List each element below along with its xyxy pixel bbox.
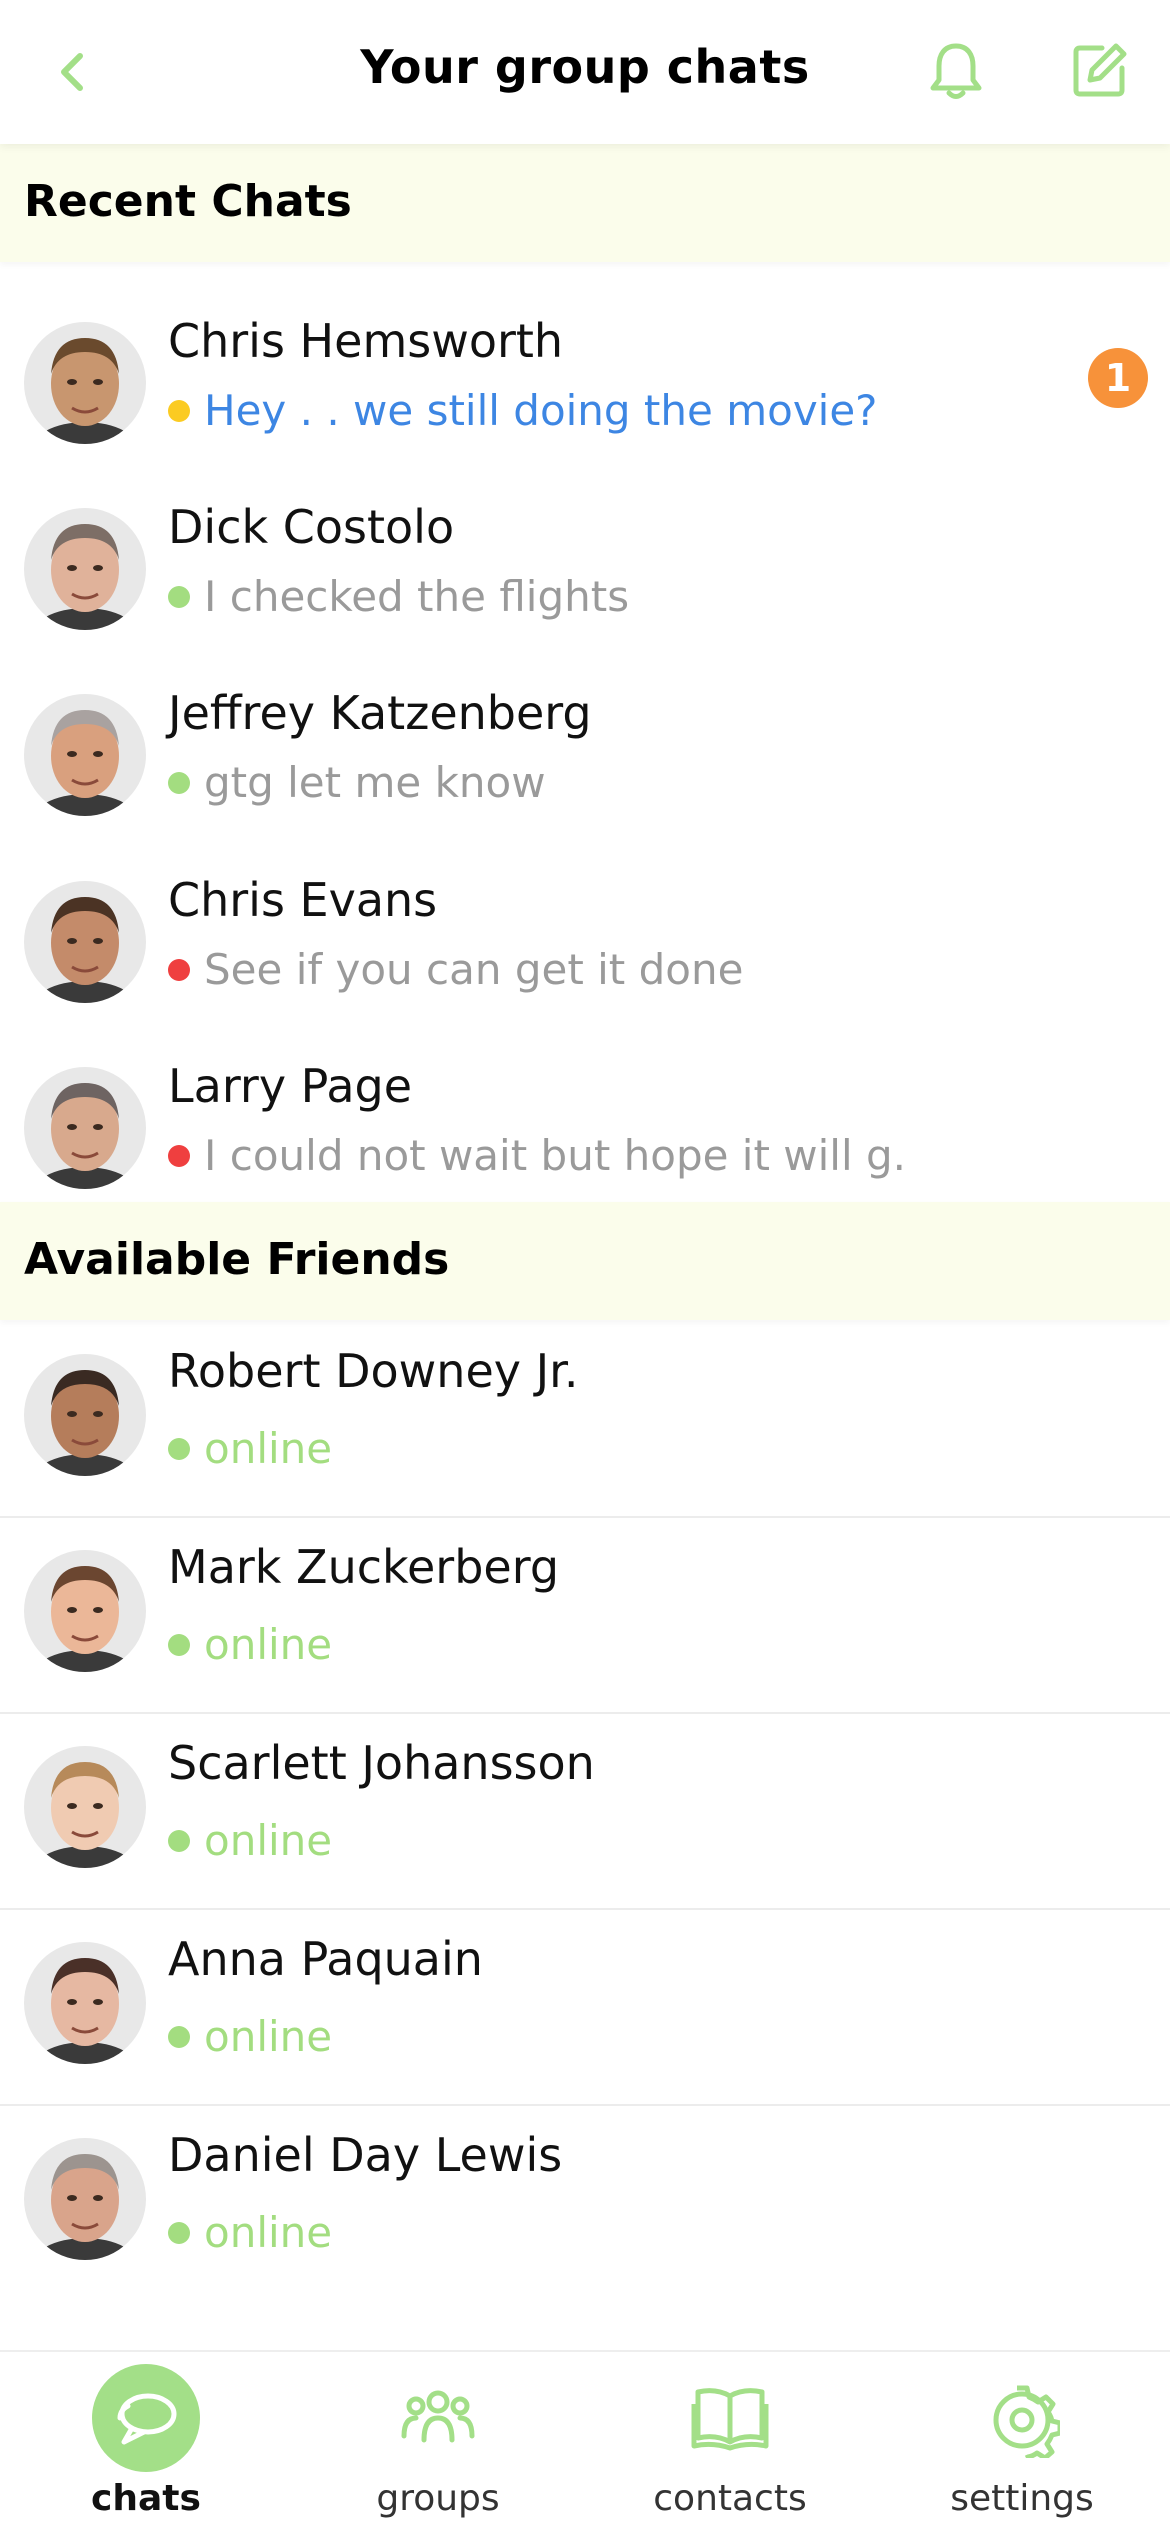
last-message: Hey . . we still doing the movie? — [168, 386, 877, 435]
page-title: Your group chats — [360, 40, 810, 94]
avatar — [24, 1550, 146, 1672]
bell-icon[interactable] — [928, 40, 984, 102]
last-message: I could not wait but hope it will g. — [168, 1131, 906, 1180]
status-dot — [168, 399, 190, 422]
section-title: Recent Chats — [24, 176, 352, 227]
group-people-icon — [401, 2390, 475, 2443]
open-book-icon — [691, 2388, 769, 2451]
last-message-text: See if you can get it done — [204, 945, 744, 994]
last-message: gtg let me know — [168, 758, 546, 807]
avatar — [24, 1354, 146, 1476]
last-message: I checked the flights — [168, 572, 629, 621]
chat-bubbles-icon — [117, 2393, 177, 2445]
app-screen: Your group chats Recent Chats Chris Hems… — [0, 0, 1170, 2532]
last-message-text: I could not wait but hope it will g. — [204, 1131, 907, 1180]
status-dot — [168, 1633, 190, 1656]
status-text: online — [204, 2012, 333, 2061]
status-dot — [168, 585, 190, 608]
avatar — [24, 1746, 146, 1868]
last-message-text: I checked the flights — [204, 572, 630, 621]
gear-icon — [993, 2385, 1060, 2458]
friend-list-item[interactable]: Daniel Day Lewis online — [0, 2104, 1170, 2300]
status-text: online — [204, 2208, 333, 2257]
online-status: online — [168, 2012, 332, 2061]
online-status: online — [168, 1620, 332, 1669]
avatar — [24, 322, 146, 444]
status-text: online — [204, 1620, 333, 1669]
tab-label: groups — [376, 2478, 500, 2519]
tab-label: chats — [91, 2478, 201, 2519]
tab-contacts[interactable]: contacts — [584, 2352, 876, 2532]
last-message-text: gtg let me know — [204, 758, 546, 807]
last-message-text: Hey . . we still doing the movie? — [204, 386, 878, 435]
bottom-navigation: chats groups contacts settings — [0, 2350, 1170, 2532]
online-status: online — [168, 1816, 332, 1865]
status-dot — [168, 2025, 190, 2048]
chat-list-item[interactable]: Dick Costolo I checked the flights — [0, 476, 1170, 663]
last-message: See if you can get it done — [168, 945, 743, 994]
contact-name: Jeffrey Katzenberg — [168, 686, 592, 740]
status-text: online — [204, 1424, 333, 1473]
top-bar: Your group chats — [0, 0, 1170, 144]
avatar — [24, 1067, 146, 1189]
avatar — [24, 881, 146, 1003]
friend-name: Anna Paquain — [168, 1932, 483, 1986]
friend-list-item[interactable]: Robert Downey Jr. online — [0, 1320, 1170, 1518]
online-status: online — [168, 2208, 332, 2257]
status-dot — [168, 2221, 190, 2244]
friend-name: Scarlett Johansson — [168, 1736, 595, 1790]
friend-list-item[interactable]: Anna Paquain online — [0, 1908, 1170, 2106]
section-title: Available Friends — [24, 1234, 450, 1285]
chat-list-item[interactable]: Chris Hemsworth Hey . . we still doing th… — [0, 290, 1170, 477]
status-dot — [168, 1829, 190, 1852]
section-header-recent-chats: Recent Chats — [0, 144, 1170, 262]
avatar — [24, 2138, 146, 2260]
contact-name: Larry Page — [168, 1059, 413, 1113]
avatar — [24, 694, 146, 816]
friend-list-item[interactable]: Scarlett Johansson online — [0, 1712, 1170, 1910]
tab-groups[interactable]: groups — [292, 2352, 584, 2532]
status-dot — [168, 1437, 190, 1460]
tab-label: settings — [950, 2478, 1094, 2519]
unread-count-badge: 1 — [1088, 348, 1148, 408]
tab-settings[interactable]: settings — [876, 2352, 1168, 2532]
status-dot — [168, 1144, 190, 1167]
chat-list-item[interactable]: Jeffrey Katzenberg gtg let me know — [0, 662, 1170, 849]
contact-name: Chris Hemsworth — [168, 314, 564, 368]
avatar — [24, 508, 146, 630]
status-dot — [168, 958, 190, 981]
avatar — [24, 1942, 146, 2064]
compose-icon[interactable] — [1072, 42, 1128, 98]
friend-name: Daniel Day Lewis — [168, 2128, 563, 2182]
section-header-available-friends: Available Friends — [0, 1202, 1170, 1320]
friend-name: Mark Zuckerberg — [168, 1540, 560, 1594]
status-dot — [168, 771, 190, 794]
friend-list-item[interactable]: Mark Zuckerberg online — [0, 1516, 1170, 1714]
chat-list-item[interactable]: Chris Evans See if you can get it done — [0, 849, 1170, 1036]
chat-list-item[interactable]: Larry Page I could not wait but hope it w… — [0, 1035, 1170, 1222]
online-status: online — [168, 1424, 332, 1473]
contact-name: Chris Evans — [168, 873, 438, 927]
friend-name: Robert Downey Jr. — [168, 1344, 579, 1398]
status-text: online — [204, 1816, 333, 1865]
tab-label: contacts — [653, 2478, 807, 2519]
tab-chats[interactable]: chats — [0, 2352, 292, 2532]
contact-name: Dick Costolo — [168, 500, 455, 554]
